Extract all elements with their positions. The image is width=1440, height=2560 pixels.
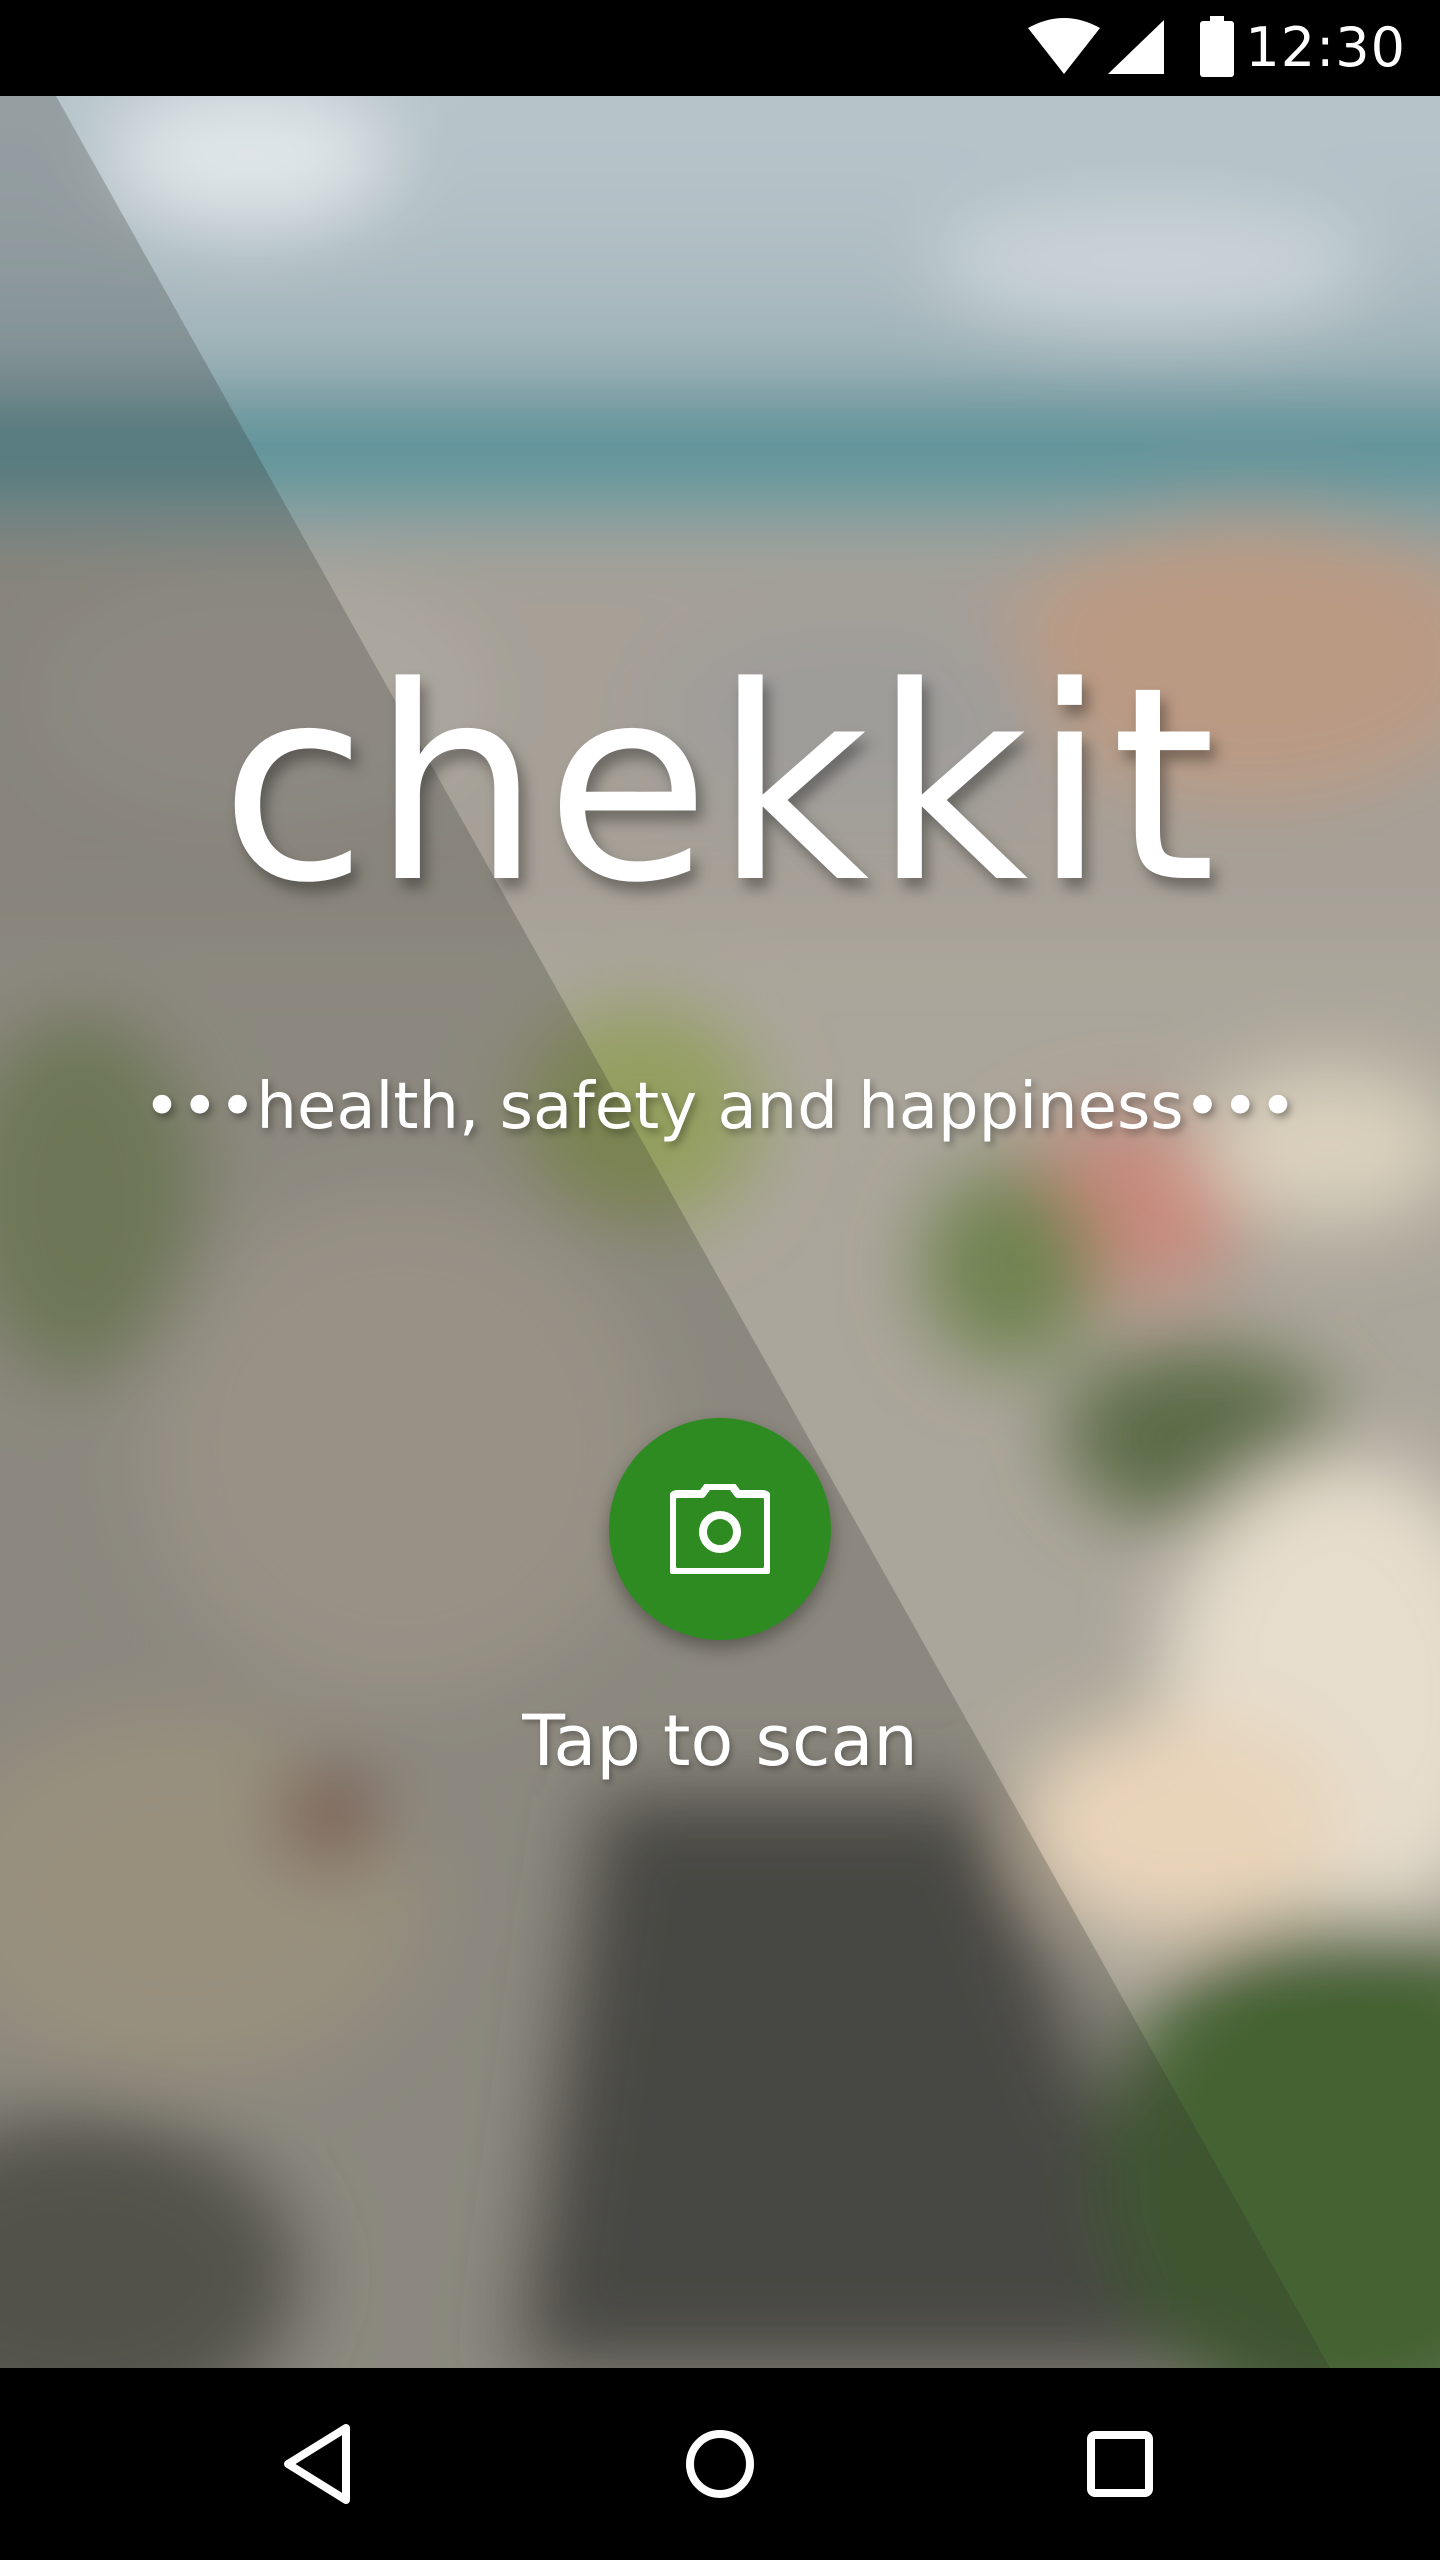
status-bar: 12:30	[0, 0, 1440, 96]
home-icon	[686, 2430, 754, 2498]
home-button[interactable]	[660, 2404, 780, 2524]
status-time: 12:30	[1245, 16, 1406, 79]
blurred-background-image	[0, 96, 1440, 2368]
recents-icon	[1087, 2431, 1153, 2497]
back-button[interactable]	[260, 2404, 380, 2524]
app-logo: chekkit	[219, 630, 1221, 942]
app-tagline: •••health, safety and happiness•••	[143, 1070, 1297, 1144]
cell-signal-icon	[1108, 20, 1164, 74]
back-icon	[284, 2424, 350, 2504]
camera-icon	[670, 1484, 770, 1574]
scan-label[interactable]: Tap to scan	[0, 1696, 1440, 1786]
wifi-icon	[1028, 18, 1100, 74]
splash-content: chekkit •••health, safety and happiness•…	[0, 96, 1440, 2368]
navigation-bar	[0, 2368, 1440, 2560]
screen: 12:30 chekkit •••health, safety and happ…	[0, 0, 1440, 2560]
battery-icon	[1200, 16, 1234, 77]
scan-button[interactable]	[609, 1418, 831, 1640]
recents-button[interactable]	[1060, 2404, 1180, 2524]
